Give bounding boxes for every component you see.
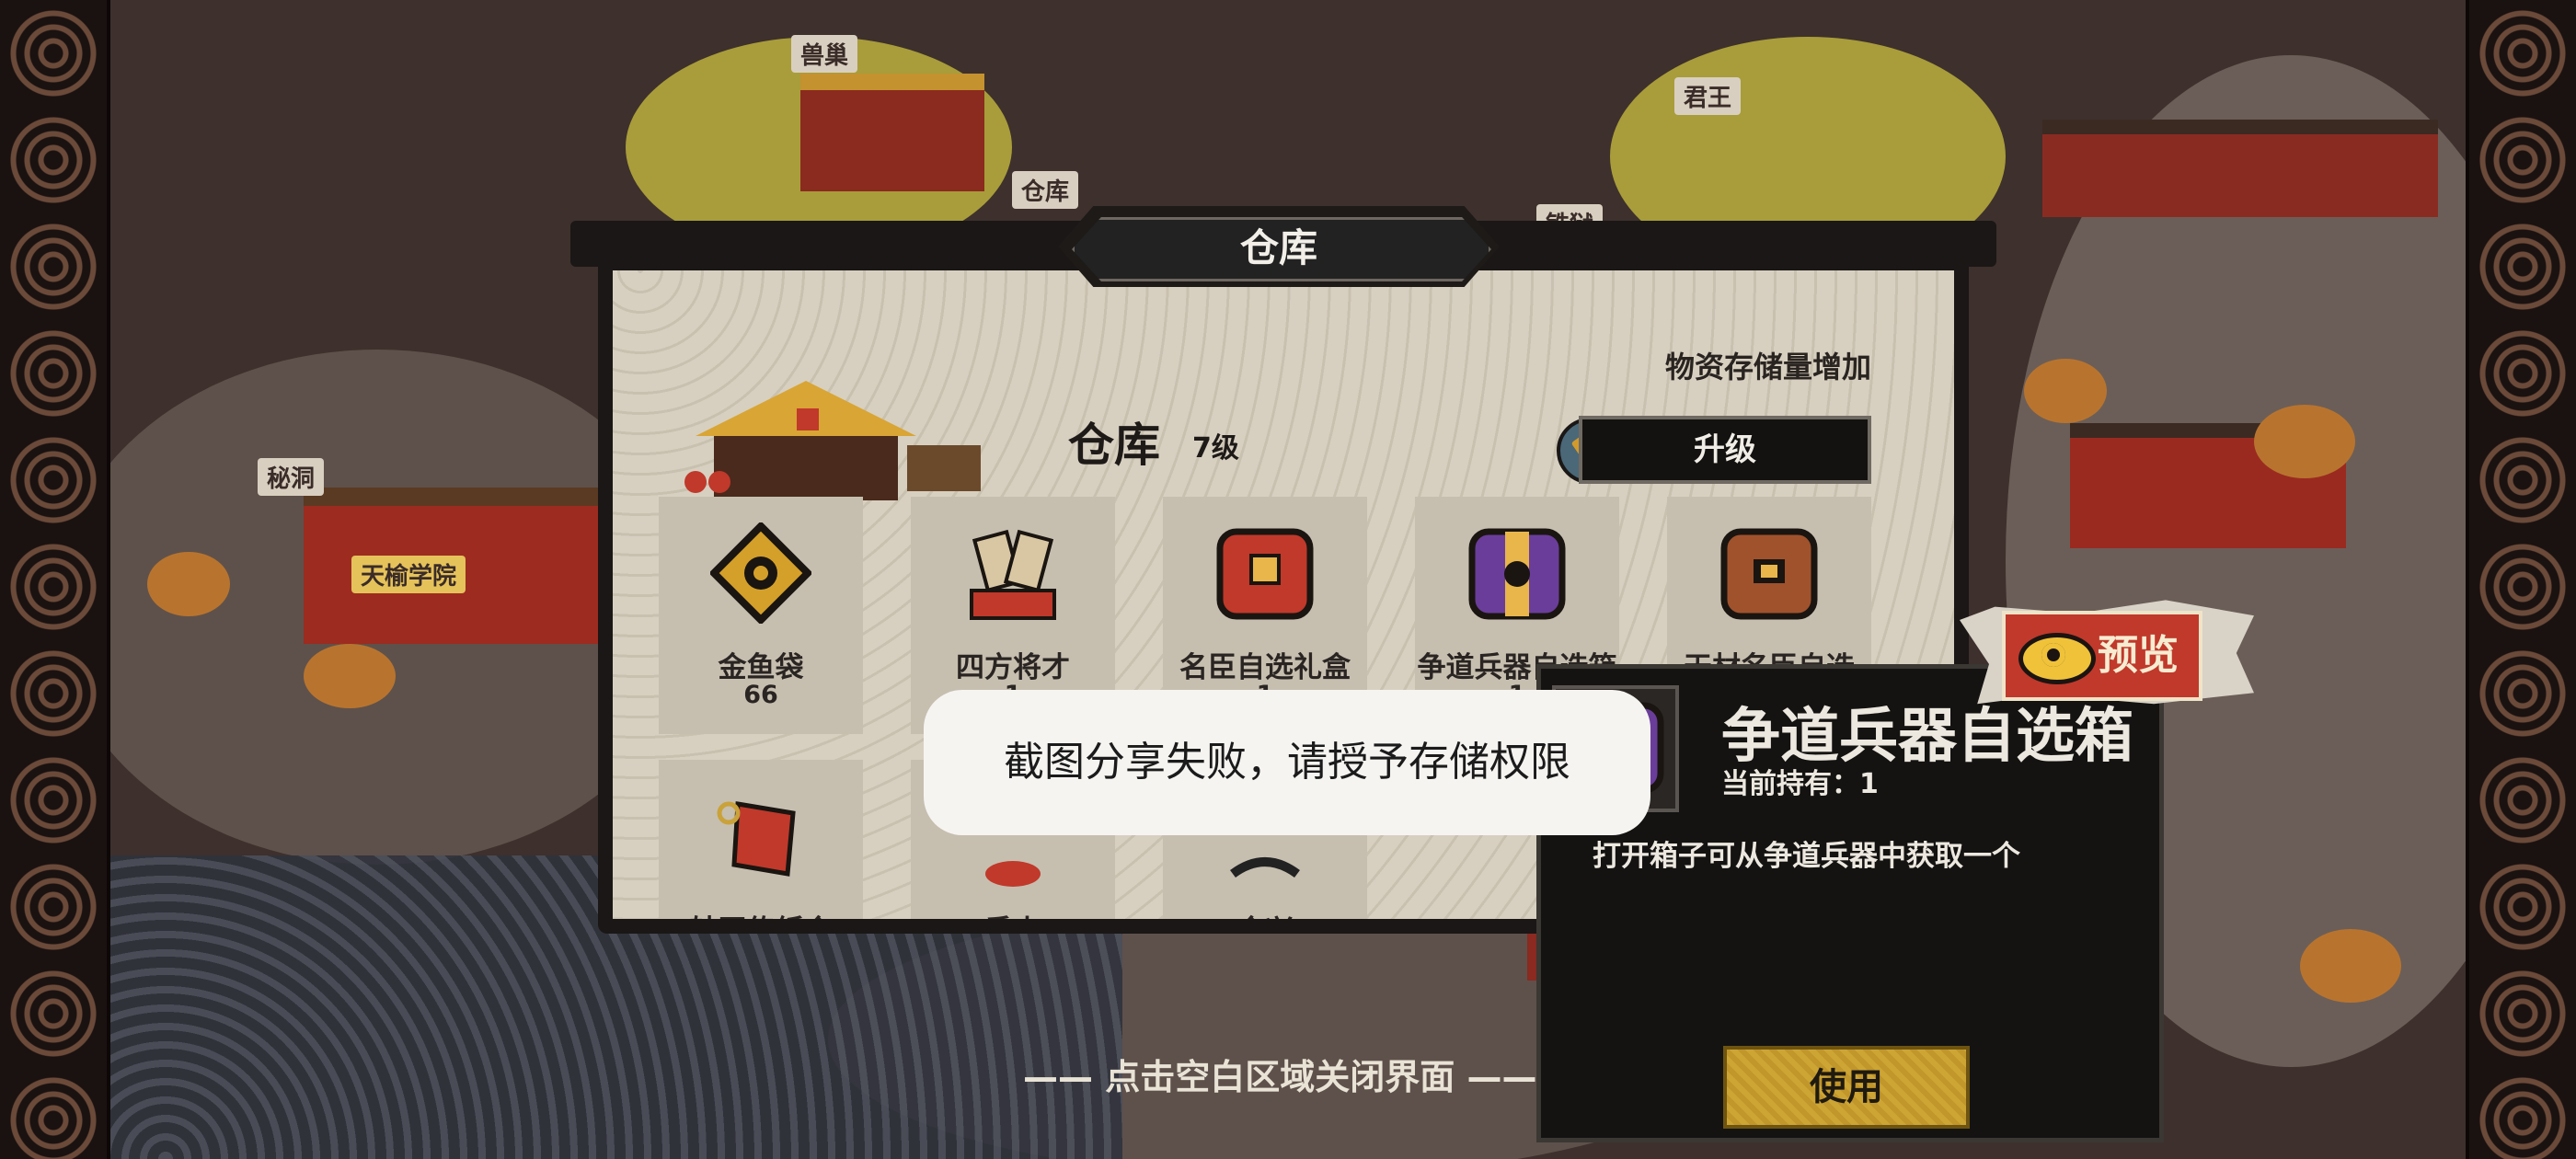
detail-owned-count: 当前持有：1 <box>1721 768 1879 800</box>
red-token-icon <box>717 801 796 877</box>
red-gift-chest-icon <box>1216 528 1314 620</box>
map-label-king[interactable]: 君王 <box>1674 77 1742 115</box>
capacity-increase-text: 物资存储量增加 <box>1664 350 1871 384</box>
item-name: 名臣自选礼盒 <box>1179 651 1351 684</box>
tree <box>304 644 396 708</box>
beast-nest-building[interactable] <box>800 74 984 191</box>
item-name: 轴画传纸令 <box>659 907 863 919</box>
warehouse-title: 仓库 <box>1068 419 1160 472</box>
tree <box>147 552 230 616</box>
eye-icon <box>2018 633 2096 684</box>
academy-sign: 天榆学院 <box>351 556 466 593</box>
tree <box>2300 929 2401 1003</box>
warehouse-building-icon <box>684 381 981 500</box>
purple-weapon-chest-icon <box>1468 528 1566 620</box>
item-name: 四方将才 <box>956 651 1070 684</box>
tree <box>2024 359 2107 423</box>
general-cards-icon <box>970 529 1056 620</box>
brown-minister-chest-icon <box>1720 528 1818 620</box>
panel-title: 仓库 <box>1239 225 1317 270</box>
map-label-beast-nest[interactable]: 兽巢 <box>791 35 858 73</box>
item-name: 金鱼袋 <box>718 651 804 684</box>
warehouse-level: 7级 <box>1192 432 1239 465</box>
left-ornamental-border <box>0 0 110 1159</box>
preview-label: 预览 <box>2098 632 2179 679</box>
preview-button[interactable]: 预览 <box>2002 611 2202 701</box>
item-name: 香火 <box>911 907 1115 919</box>
toast-message: 截图分享失败，请授予存储权限 <box>924 690 1650 835</box>
use-button[interactable]: 使用 <box>1723 1046 1970 1129</box>
map-label-warehouse[interactable]: 仓库 <box>1012 171 1079 209</box>
map-label-secret-cave[interactable]: 秘洞 <box>258 458 325 496</box>
tree <box>2254 405 2355 478</box>
fortress-building[interactable] <box>2042 120 2438 217</box>
upgrade-button[interactable]: 升级 <box>1579 416 1871 484</box>
close-hint-text: —— 点击空白区域关闭界面 —— <box>1023 1057 1537 1097</box>
inventory-slot-red-token[interactable]: 轴画传纸令 <box>659 760 863 919</box>
item-count: 66 <box>743 681 778 709</box>
golden-fish-pouch-icon <box>710 522 811 624</box>
item-name: 令兴 <box>1163 907 1367 919</box>
right-ornamental-border <box>2466 0 2576 1159</box>
inventory-slot-golden-fish-pouch[interactable]: 金鱼袋 66 <box>659 497 863 734</box>
detail-description: 打开箱子可从争道兵器中获取一个 <box>1593 840 2020 873</box>
